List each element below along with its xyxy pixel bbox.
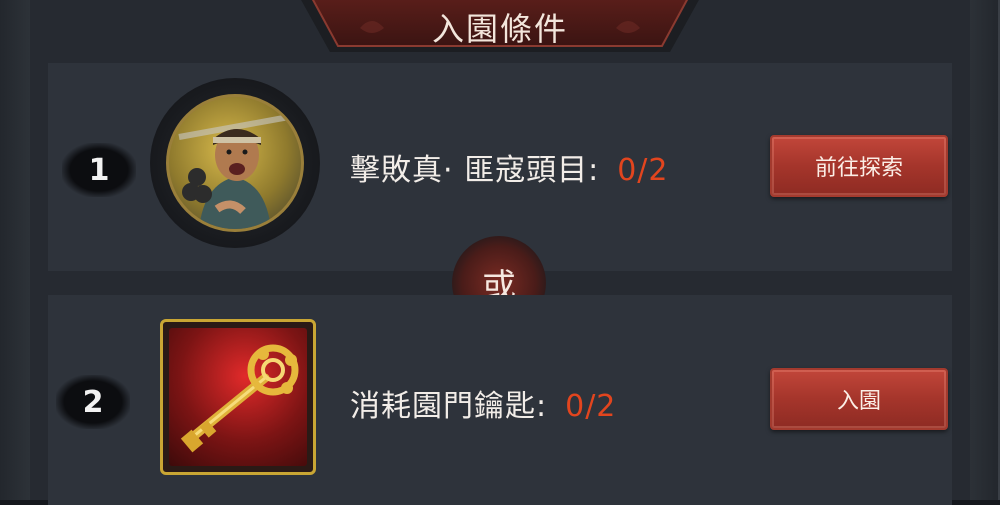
condition-number-badge: 1 bbox=[62, 143, 136, 197]
title-banner: 入園條件 bbox=[300, 0, 700, 56]
condition-progress: 0/2 bbox=[565, 389, 617, 424]
condition-label: 消耗園門鑰匙: 0/2 bbox=[350, 381, 616, 425]
condition-label: 擊敗真· 匪寇頭目: 0/2 bbox=[350, 145, 668, 189]
go-explore-button[interactable]: 前往探索 bbox=[770, 135, 948, 197]
item-slot[interactable] bbox=[160, 319, 316, 475]
condition-number-badge: 2 bbox=[56, 375, 130, 429]
bandit-leader-portrait-icon bbox=[166, 94, 304, 232]
enter-garden-button[interactable]: 入園 bbox=[770, 368, 948, 430]
condition-progress: 0/2 bbox=[617, 153, 669, 188]
right-frame-edge bbox=[968, 0, 1000, 500]
condition-row-2: 2 消耗園門鑰匙: 0/2 入園 bbox=[48, 295, 952, 505]
condition-description: 擊敗真· 匪寇頭目: bbox=[350, 153, 600, 188]
portrait-frame bbox=[150, 78, 320, 248]
page-title: 入園條件 bbox=[431, 10, 568, 48]
condition-description: 消耗園門鑰匙: bbox=[350, 389, 548, 424]
golden-key-icon bbox=[169, 328, 307, 466]
left-frame-edge bbox=[0, 0, 32, 500]
